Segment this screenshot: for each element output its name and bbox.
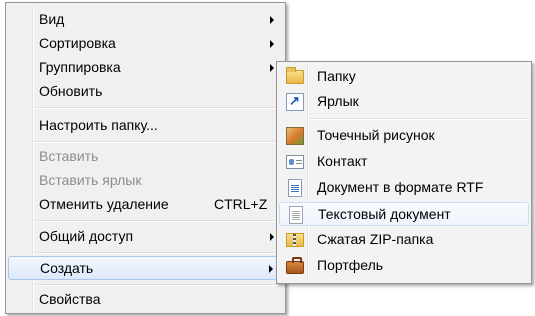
menu-separator (309, 118, 528, 120)
submenu-item-folder[interactable]: Папку (279, 65, 529, 89)
menu-separator (34, 284, 282, 286)
menu-item-paste-shortcut: Вставить ярлык (8, 169, 283, 193)
menu-item-label: Сжатая ZIP-папка (317, 231, 434, 247)
menu-item-label: Точечный рисунок (317, 127, 435, 143)
text-document-icon (289, 206, 303, 224)
submenu-arrow-icon (270, 16, 274, 24)
menu-item-share[interactable]: Общий доступ (8, 225, 283, 249)
menu-separator (34, 252, 282, 254)
menu-item-label: Вставить (39, 148, 99, 164)
submenu-arrow-icon (270, 64, 274, 72)
submenu-item-bitmap[interactable]: Точечный рисунок (279, 124, 529, 148)
menu-item-label: Папку (317, 68, 356, 84)
create-submenu: Папку Ярлык Точечный рисунок Контакт Док… (276, 61, 532, 284)
folder-icon (286, 67, 304, 84)
menu-item-group[interactable]: Группировка (8, 56, 283, 80)
menu-item-new[interactable]: Создать (8, 256, 283, 280)
menu-item-shortcut: CTRL+Z (214, 196, 268, 212)
menu-item-sort[interactable]: Сортировка (8, 32, 283, 56)
submenu-arrow-icon (270, 233, 274, 241)
submenu-arrow-icon (269, 265, 273, 273)
menu-item-label: Сортировка (39, 35, 116, 51)
menu-separator (34, 107, 282, 109)
submenu-item-text-document[interactable]: Текстовый документ (279, 202, 529, 226)
menu-item-label: Группировка (39, 59, 121, 75)
submenu-arrow-icon (270, 40, 274, 48)
menu-item-label: Создать (40, 260, 94, 276)
menu-item-label: Контакт (317, 153, 368, 169)
menu-item-label: Вид (39, 11, 65, 27)
menu-item-refresh[interactable]: Обновить (8, 80, 283, 104)
context-menu: Вид Сортировка Группировка Обновить Наст… (5, 2, 286, 314)
submenu-item-shortcut[interactable]: Ярлык (279, 90, 529, 114)
menu-item-label: Отменить удаление (39, 196, 169, 212)
submenu-item-rtf-document[interactable]: Документ в формате RTF (279, 176, 529, 200)
menu-item-label: Свойства (39, 291, 101, 307)
submenu-item-zip-folder[interactable]: Сжатая ZIP-папка (279, 228, 529, 252)
shortcut-icon (286, 93, 304, 111)
menu-item-undo-delete[interactable]: Отменить удаление CTRL+Z (8, 193, 283, 217)
menu-item-label: Текстовый документ (318, 206, 451, 222)
menu-item-label: Обновить (39, 83, 103, 99)
menu-item-view[interactable]: Вид (8, 8, 283, 32)
menu-item-label: Общий доступ (39, 228, 134, 244)
menu-separator (34, 141, 282, 143)
menu-item-paste: Вставить (8, 145, 283, 169)
menu-item-label: Ярлык (317, 93, 359, 109)
briefcase-icon (286, 257, 304, 274)
menu-item-label: Портфель (317, 257, 384, 273)
menu-item-label: Настроить папку... (39, 117, 158, 133)
submenu-item-briefcase[interactable]: Портфель (279, 254, 529, 278)
contact-icon (286, 155, 304, 169)
menu-separator (34, 220, 282, 222)
rtf-document-icon (288, 179, 302, 197)
menu-item-label: Вставить ярлык (39, 172, 142, 188)
menu-item-label: Документ в формате RTF (317, 179, 484, 195)
submenu-item-contact[interactable]: Контакт (279, 150, 529, 174)
bitmap-icon (286, 127, 304, 145)
zip-folder-icon (286, 233, 304, 247)
menu-item-properties[interactable]: Свойства (8, 288, 283, 312)
menu-item-customize-folder[interactable]: Настроить папку... (8, 114, 283, 138)
